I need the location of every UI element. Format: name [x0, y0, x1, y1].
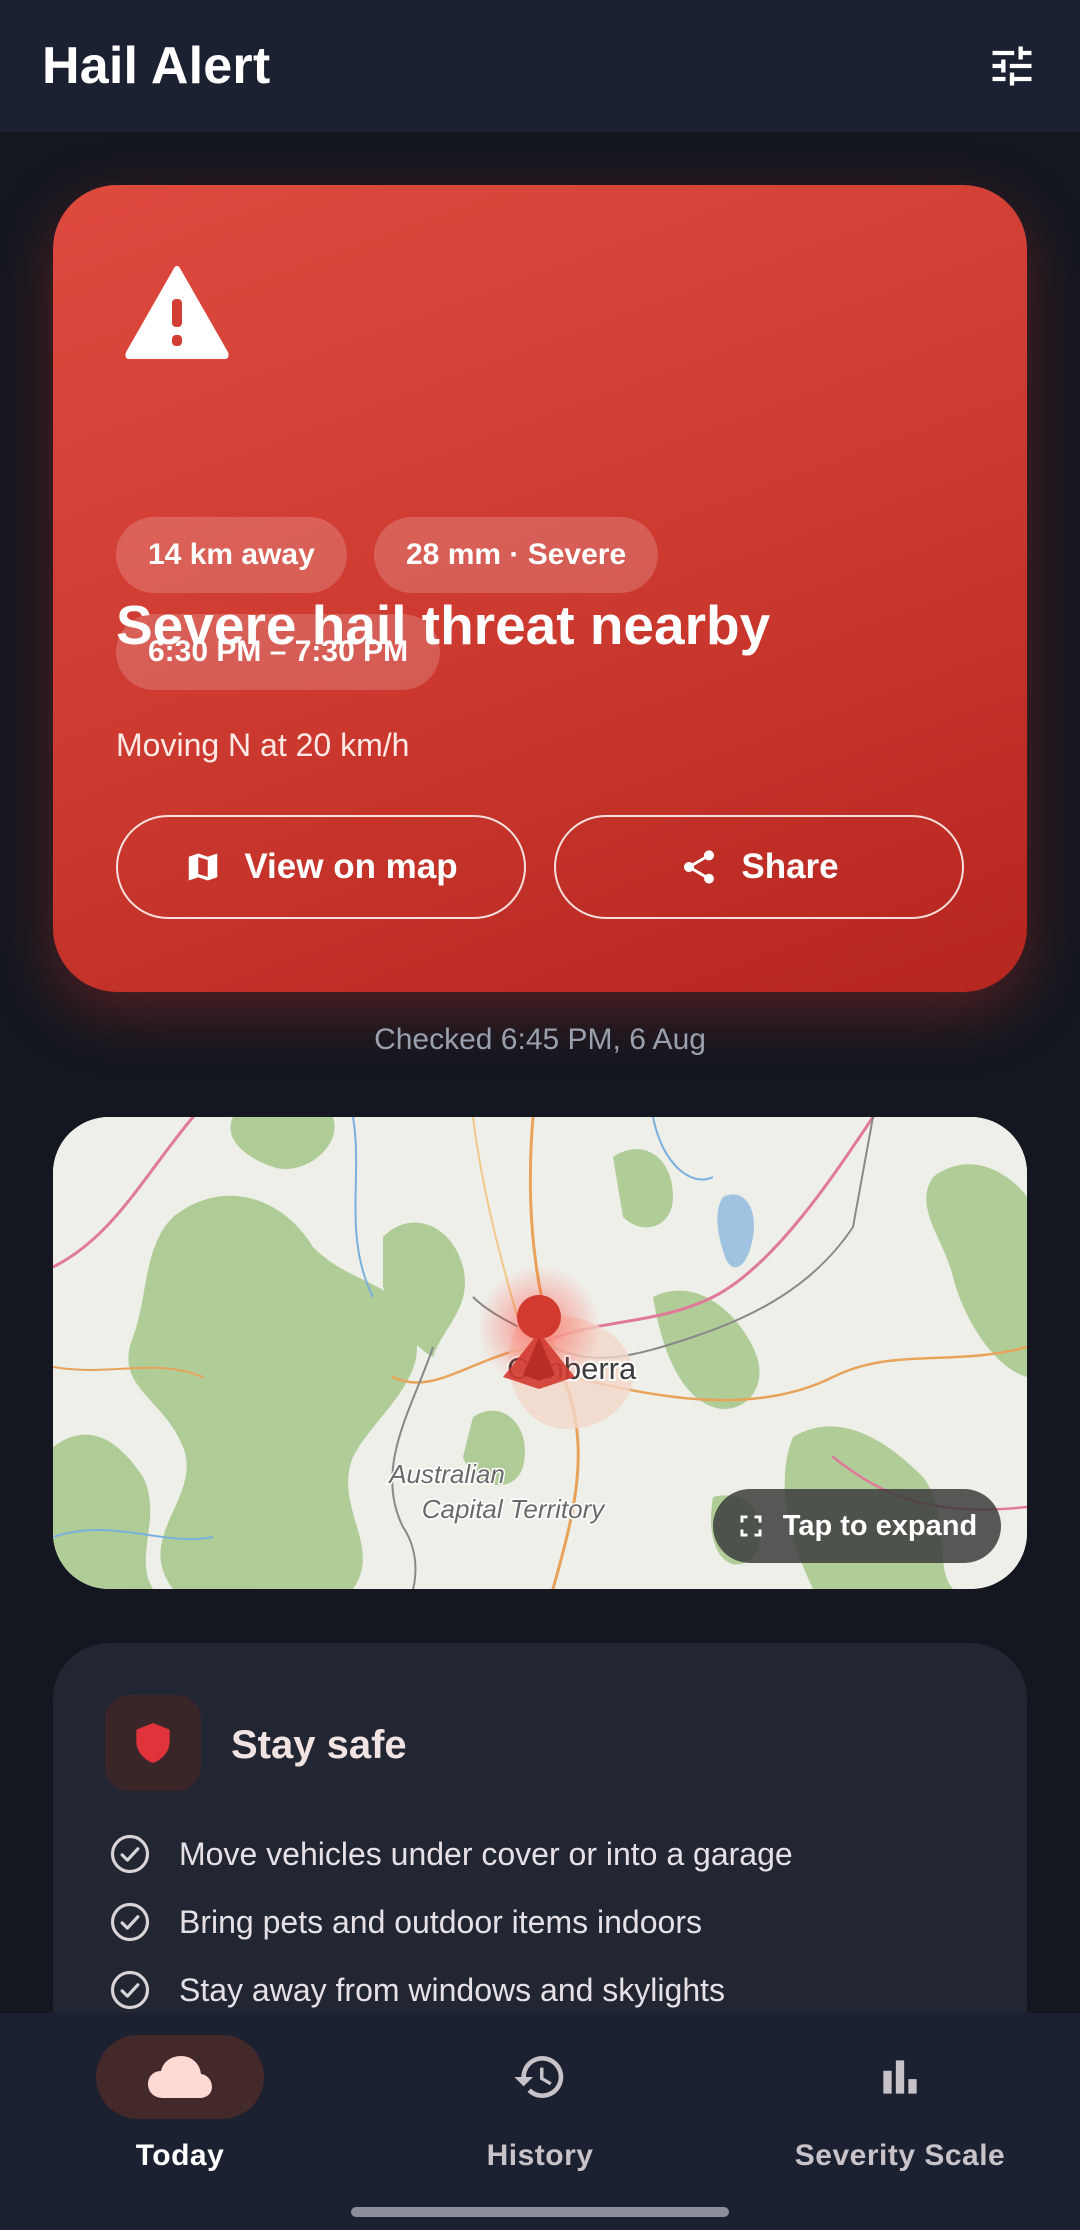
fullscreen-icon — [740, 1515, 762, 1537]
safety-tip: Bring pets and outdoor items indoors — [109, 1901, 702, 1943]
nav-icon-container — [816, 2035, 984, 2119]
view-on-map-button[interactable]: View on map — [116, 815, 526, 919]
check-circle-icon — [110, 1834, 150, 1874]
warning-icon — [125, 266, 229, 359]
safety-tips-card: Stay safe Move vehicles under cover or i… — [53, 1643, 1027, 2063]
bottom-navigation: Today History Severity Scale — [0, 2013, 1080, 2230]
safety-tip: Move vehicles under cover or into a gara… — [109, 1833, 793, 1875]
nav-active-indicator — [96, 2035, 264, 2119]
settings-sliders-button[interactable] — [982, 36, 1042, 96]
safety-tip-text: Move vehicles under cover or into a gara… — [179, 1835, 793, 1872]
check-circle-icon — [110, 1902, 150, 1942]
history-icon — [514, 2056, 564, 2098]
share-icon — [684, 850, 715, 884]
hail-alert-card[interactable]: Severe hail threat nearby 14 km away 28 … — [53, 185, 1027, 992]
region-label-line-2: Capital Territory — [422, 1494, 607, 1524]
safety-tip: Stay away from windows and skylights — [109, 1969, 725, 2011]
tap-to-expand-label: Tap to expand — [782, 1509, 978, 1542]
app-title: Hail Alert — [42, 37, 271, 95]
nav-label-severity-scale: Severity Scale — [794, 2139, 1006, 2172]
bar-chart-icon — [883, 2060, 917, 2094]
share-button[interactable]: Share — [554, 815, 964, 919]
safety-title: Stay safe — [231, 1723, 407, 1767]
last-checked-text: Checked 6:45 PM, 6 Aug — [374, 1023, 706, 1056]
region-label-line-1: Australian — [387, 1459, 505, 1489]
nav-item-history[interactable]: History — [360, 2035, 720, 2173]
check-circle-icon — [110, 1970, 150, 2010]
map-icon — [189, 853, 218, 881]
storm-map-preview[interactable]: Canberra Australian Capital Territory Ta… — [53, 1117, 1027, 1589]
safety-tip-text: Bring pets and outdoor items indoors — [179, 1903, 702, 1940]
storm-movement: Moving N at 20 km/h — [116, 727, 410, 763]
distance-chip: 14 km away — [116, 517, 347, 593]
nav-item-today[interactable]: Today — [0, 2035, 360, 2173]
share-label: Share — [741, 847, 839, 886]
cloud-icon — [148, 2056, 212, 2098]
view-on-map-label: View on map — [244, 847, 458, 886]
nav-item-severity-scale[interactable]: Severity Scale — [720, 2035, 1080, 2173]
nav-label-today: Today — [135, 2139, 225, 2172]
nav-icon-container — [456, 2035, 624, 2119]
app-bar: Hail Alert — [0, 0, 1080, 132]
nav-label-history: History — [486, 2139, 594, 2172]
tune-icon — [992, 46, 1032, 86]
time-window-chip: 6:30 PM – 7:30 PM — [116, 614, 441, 690]
shield-icon — [136, 1723, 170, 1763]
home-indicator[interactable] — [351, 2207, 729, 2217]
tap-to-expand-button[interactable]: Tap to expand — [713, 1489, 1001, 1563]
safety-badge — [105, 1695, 201, 1791]
safety-tip-text: Stay away from windows and skylights — [179, 1971, 725, 2008]
hail-size-chip: 28 mm · Severe — [374, 517, 659, 593]
